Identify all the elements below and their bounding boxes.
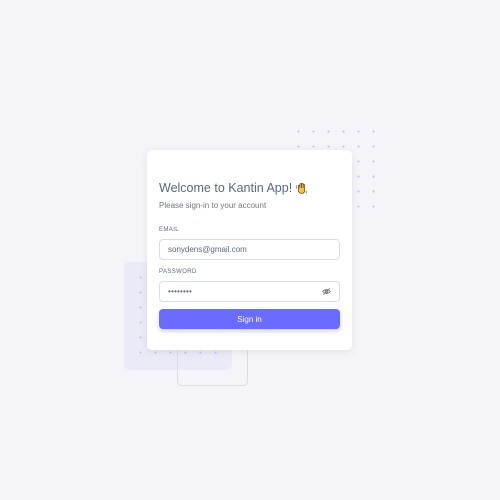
page-title-text: Welcome to Kantin App! — [159, 181, 293, 195]
login-card: Welcome to Kantin App! Please sign-in to… — [147, 150, 352, 350]
page-title: Welcome to Kantin App! — [159, 181, 308, 195]
page-subtitle: Please sign-in to your account — [159, 201, 267, 210]
waving-hand-icon — [295, 182, 308, 195]
password-label: PASSWORD — [159, 269, 197, 275]
password-field-value: •••••••• — [168, 286, 193, 296]
email-label: EMAIL — [159, 227, 180, 233]
eye-off-icon[interactable] — [322, 287, 331, 296]
sign-in-button[interactable]: Sign in — [159, 309, 340, 329]
email-field[interactable]: sonydens@gmail.com — [159, 239, 340, 260]
sign-in-button-label: Sign in — [237, 314, 262, 324]
password-field[interactable]: •••••••• — [159, 281, 340, 302]
email-field-value: sonydens@gmail.com — [168, 245, 247, 254]
